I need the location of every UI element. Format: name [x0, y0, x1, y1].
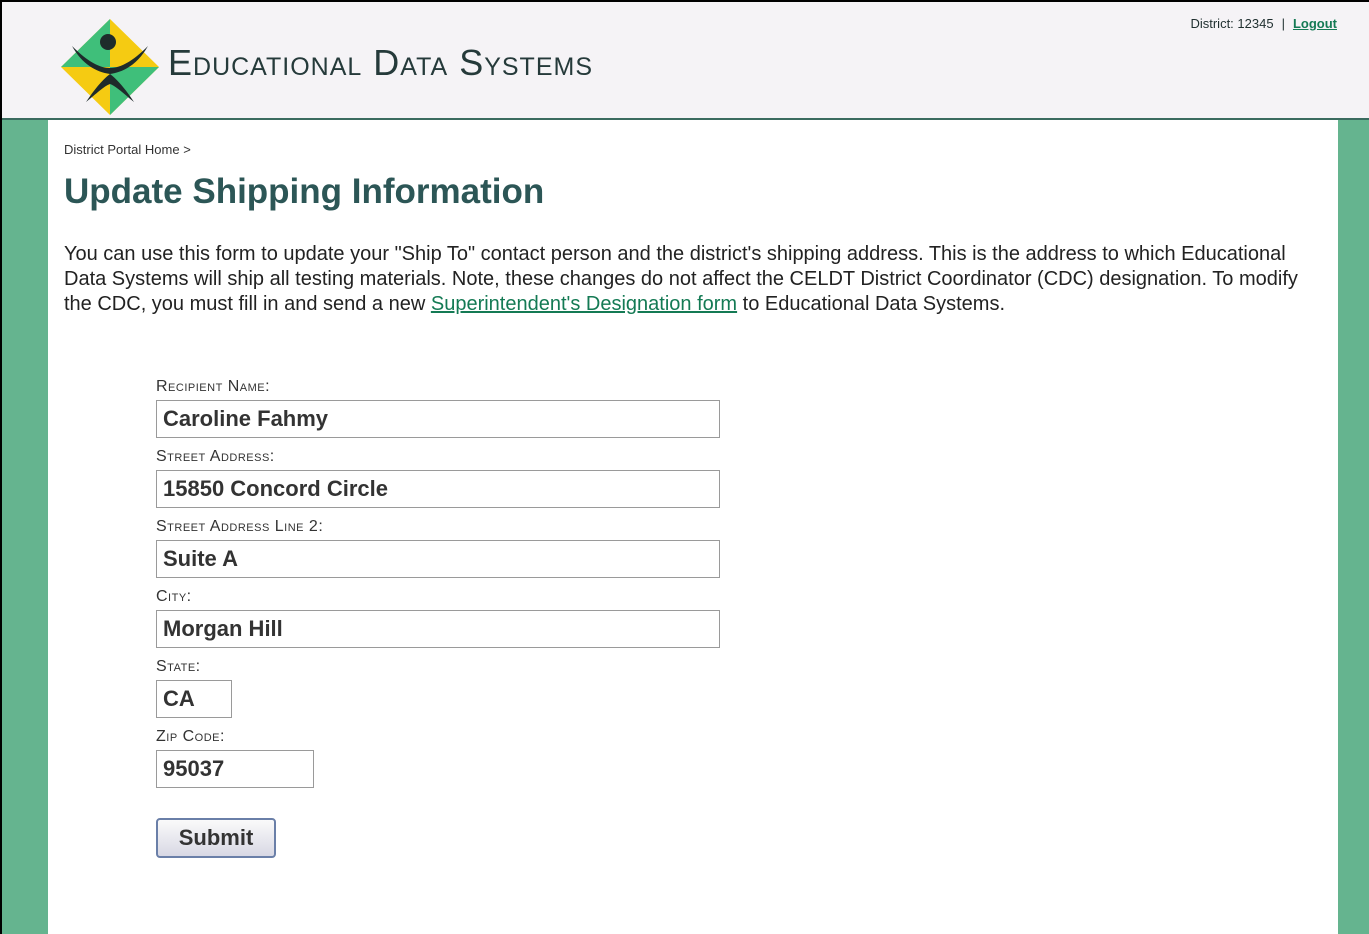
- logout-link[interactable]: Logout: [1293, 16, 1337, 31]
- account-bar: District: 12345 | Logout: [1190, 16, 1337, 31]
- shipping-form: Recipient Name: Street Address: Street A…: [156, 378, 756, 858]
- zip-field-group: Zip Code:: [156, 728, 756, 788]
- street2-field-group: Street Address Line 2:: [156, 518, 756, 578]
- street-address-line2-input[interactable]: [156, 540, 720, 578]
- edu-data-systems-logo-icon: [61, 19, 159, 115]
- zip-label: Zip Code:: [156, 728, 225, 745]
- page-title: Update Shipping Information: [64, 172, 545, 211]
- district-label: District: 12345: [1190, 16, 1274, 31]
- intro-text-end: to Educational Data Systems.: [737, 293, 1006, 315]
- city-field-group: City:: [156, 588, 756, 648]
- street-address-input[interactable]: [156, 470, 720, 508]
- zip-code-input[interactable]: [156, 750, 314, 788]
- street-label: Street Address:: [156, 448, 275, 465]
- recipient-label: Recipient Name:: [156, 378, 271, 395]
- page: Educational Data Systems District: 12345…: [0, 0, 1369, 934]
- state-input[interactable]: [156, 680, 232, 718]
- separator: |: [1281, 16, 1285, 31]
- superintendent-designation-link[interactable]: Superintendent's Designation form: [431, 293, 737, 315]
- recipient-name-input[interactable]: [156, 400, 720, 438]
- header: Educational Data Systems District: 12345…: [2, 2, 1369, 120]
- city-label: City:: [156, 588, 192, 605]
- street2-label: Street Address Line 2:: [156, 518, 324, 535]
- breadcrumb[interactable]: District Portal Home >: [64, 142, 191, 157]
- street-field-group: Street Address:: [156, 448, 756, 508]
- submit-button[interactable]: Submit: [156, 818, 276, 858]
- state-label: State:: [156, 658, 201, 675]
- main-content: District Portal Home > Update Shipping I…: [48, 120, 1338, 934]
- state-field-group: State:: [156, 658, 756, 718]
- brand-name: Educational Data Systems: [168, 42, 594, 83]
- intro-paragraph: You can use this form to update your "Sh…: [64, 242, 1304, 317]
- city-input[interactable]: [156, 610, 720, 648]
- recipient-field-group: Recipient Name:: [156, 378, 756, 438]
